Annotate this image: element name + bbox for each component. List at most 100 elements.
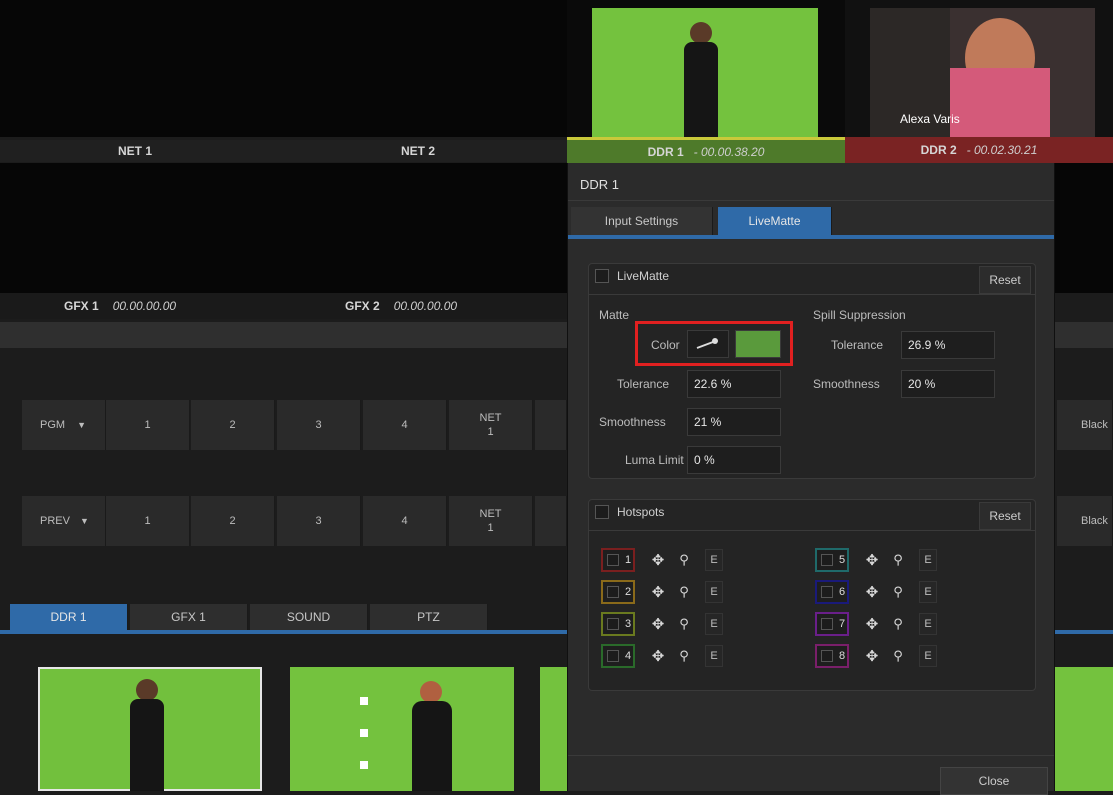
hotspot-edit-button-5[interactable]: E — [919, 549, 937, 571]
spill-tolerance-field[interactable]: 26.9 % — [901, 331, 995, 359]
tab-input-settings[interactable]: Input Settings — [571, 207, 713, 235]
hotspot-number-5[interactable]: 5 — [815, 548, 849, 572]
tab-livematte[interactable]: LiveMatte — [718, 207, 832, 235]
gfx1-time: 00.00.00.00 — [112, 299, 177, 313]
hotspot-row-7: 7 ✥ ⚲ E — [815, 612, 1005, 638]
smoothness-field[interactable]: 21 % — [687, 408, 781, 436]
pgm-button-3[interactable]: 3 — [277, 400, 361, 450]
pgm-black-button[interactable]: Black — [1057, 400, 1113, 450]
move-icon[interactable]: ✥ — [861, 645, 883, 667]
media-thumb-1[interactable] — [38, 667, 262, 791]
toolbar-strip-right — [1055, 322, 1113, 348]
hotspot-checkbox-7[interactable] — [821, 618, 833, 630]
move-icon[interactable]: ✥ — [647, 549, 669, 571]
gfx2-label-bar: GFX 2 00.00.00.00 — [283, 293, 567, 319]
hotspot-checkbox-1[interactable] — [607, 554, 619, 566]
zoom-icon[interactable]: ⚲ — [887, 613, 909, 635]
hotspot-edit-button-2[interactable]: E — [705, 581, 723, 603]
hotspot-number-2[interactable]: 2 — [601, 580, 635, 604]
hotspot-edit-button-7[interactable]: E — [919, 613, 937, 635]
hotspot-edit-button-1[interactable]: E — [705, 549, 723, 571]
hotspot-checkbox-8[interactable] — [821, 650, 833, 662]
hotspot-checkbox-4[interactable] — [607, 650, 619, 662]
hotspot-checkbox-5[interactable] — [821, 554, 833, 566]
move-icon[interactable]: ✥ — [861, 613, 883, 635]
prev-button-next[interactable] — [535, 496, 567, 546]
hotspot-checkbox-3[interactable] — [607, 618, 619, 630]
hotspot-row-1: 1 ✥ ⚲ E — [601, 548, 791, 574]
pgm-button-4[interactable]: 4 — [363, 400, 447, 450]
hotspots-reset-button[interactable]: Reset — [979, 502, 1031, 530]
tab-ptz[interactable]: PTZ — [370, 604, 488, 630]
zoom-icon[interactable]: ⚲ — [887, 581, 909, 603]
pgm-button-1[interactable]: 1 — [106, 400, 190, 450]
move-icon[interactable]: ✥ — [647, 613, 669, 635]
tab-sound[interactable]: SOUND — [250, 604, 368, 630]
hotspot-number-3[interactable]: 3 — [601, 612, 635, 636]
gfx2-monitor — [283, 163, 567, 293]
hotspot-edit-button-6[interactable]: E — [919, 581, 937, 603]
ddr1-time: - 00.00.38.20 — [693, 144, 765, 159]
gfx1-label: GFX 1 — [64, 299, 99, 313]
prev-net-label: NET — [479, 508, 502, 520]
zoom-icon[interactable]: ⚲ — [887, 549, 909, 571]
media-thumb-4[interactable] — [1055, 667, 1113, 791]
spill-smoothness-field[interactable]: 20 % — [901, 370, 995, 398]
eyedropper-button[interactable] — [687, 330, 729, 358]
hotspot-number-4[interactable]: 4 — [601, 644, 635, 668]
ddr2-caption: Alexa Varis — [900, 112, 960, 126]
tab-gfx1[interactable]: GFX 1 — [130, 604, 248, 630]
pgm-button-net1[interactable]: NET 1 — [449, 400, 533, 450]
hotspot-edit-button-8[interactable]: E — [919, 645, 937, 667]
pgm-bus-select[interactable]: PGM ▼ — [22, 400, 106, 450]
zoom-icon[interactable]: ⚲ — [673, 581, 695, 603]
tolerance-field[interactable]: 22.6 % — [687, 370, 781, 398]
net2-label: NET 2 — [401, 144, 436, 158]
livematte-group: LiveMatte Reset Matte Spill Suppression … — [588, 263, 1036, 479]
tab-ddr1[interactable]: DDR 1 — [10, 604, 128, 630]
hotspot-edit-button-3[interactable]: E — [705, 613, 723, 635]
prev-net-num: 1 — [487, 522, 494, 534]
prev-button-4[interactable]: 4 — [363, 496, 447, 546]
hotspots-section-label: Hotspots — [617, 505, 665, 519]
hotspot-edit-button-4[interactable]: E — [705, 645, 723, 667]
gfx2-time: 00.00.00.00 — [393, 299, 458, 313]
hotspots-checkbox[interactable] — [595, 505, 609, 519]
zoom-icon[interactable]: ⚲ — [673, 613, 695, 635]
prev-bus-select[interactable]: PREV ▼ — [22, 496, 106, 546]
matte-color-swatch[interactable] — [735, 330, 781, 358]
hotspot-number-6[interactable]: 6 — [815, 580, 849, 604]
prev-button-3[interactable]: 3 — [277, 496, 361, 546]
move-icon[interactable]: ✥ — [647, 645, 669, 667]
zoom-icon[interactable]: ⚲ — [673, 645, 695, 667]
ddr1-label: DDR 1 — [647, 144, 684, 159]
spill-smoothness-label: Smoothness — [813, 377, 880, 391]
prev-black-button[interactable]: Black — [1057, 496, 1113, 546]
zoom-icon[interactable]: ⚲ — [887, 645, 909, 667]
hotspot-checkbox-2[interactable] — [607, 586, 619, 598]
hotspot-label-3: 3 — [625, 618, 632, 630]
prev-button-2[interactable]: 2 — [191, 496, 275, 546]
prev-button-net1[interactable]: NET 1 — [449, 496, 533, 546]
hotspot-number-8[interactable]: 8 — [815, 644, 849, 668]
color-label: Color — [651, 338, 680, 352]
hotspot-number-7[interactable]: 7 — [815, 612, 849, 636]
gfx1-monitor — [0, 163, 283, 293]
pgm-button-2[interactable]: 2 — [191, 400, 275, 450]
pgm-button-next[interactable] — [535, 400, 567, 450]
hotspot-number-1[interactable]: 1 — [601, 548, 635, 572]
livematte-section-label: LiveMatte — [617, 269, 670, 283]
toolbar-strip — [0, 322, 567, 348]
move-icon[interactable]: ✥ — [647, 581, 669, 603]
luma-limit-field[interactable]: 0 % — [687, 446, 781, 474]
pgm-net-label: NET — [479, 412, 502, 424]
hotspot-checkbox-6[interactable] — [821, 586, 833, 598]
move-icon[interactable]: ✥ — [861, 549, 883, 571]
media-thumb-2[interactable] — [290, 667, 514, 791]
livematte-reset-button[interactable]: Reset — [979, 266, 1031, 294]
prev-button-1[interactable]: 1 — [106, 496, 190, 546]
move-icon[interactable]: ✥ — [861, 581, 883, 603]
media-thumb-3[interactable] — [540, 667, 567, 791]
livematte-checkbox[interactable] — [595, 269, 609, 283]
zoom-icon[interactable]: ⚲ — [673, 549, 695, 571]
